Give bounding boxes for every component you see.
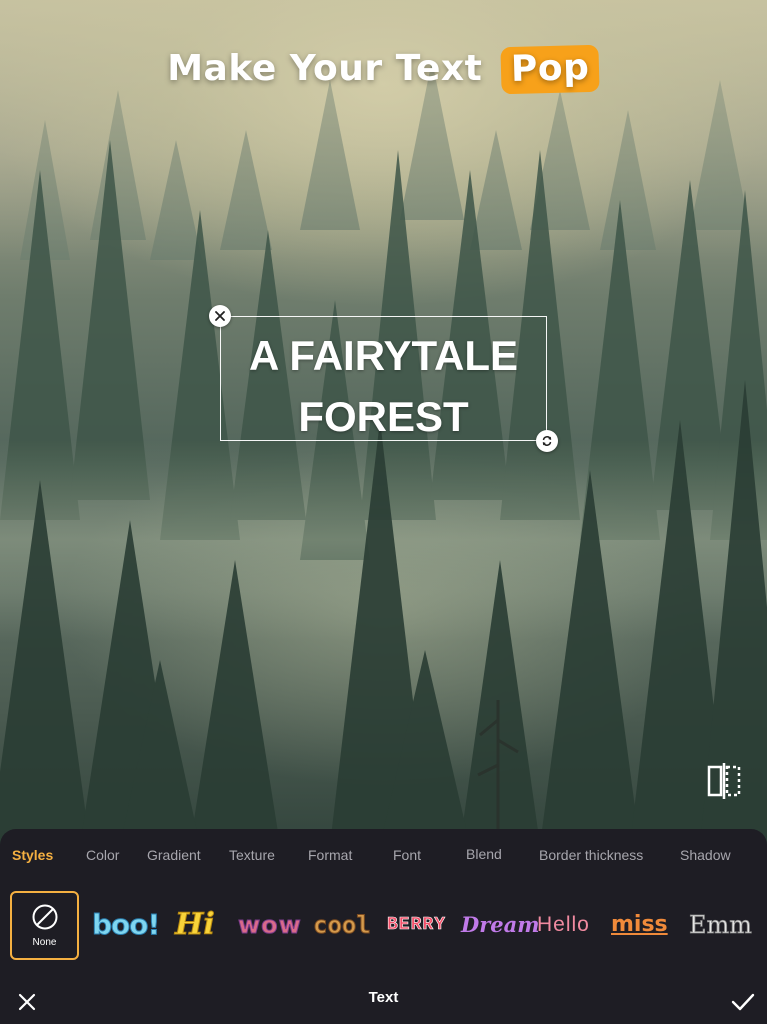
- headline-text: Make Your Text: [167, 48, 483, 89]
- no-style-icon: [32, 904, 57, 930]
- tab-texture[interactable]: Texture: [229, 847, 275, 863]
- bottom-action-bar: Text: [0, 979, 767, 1024]
- style-wow[interactable]: wow: [238, 907, 302, 943]
- style-presets: None boo! Hi wow cool BERRY Dream Hello …: [0, 891, 767, 961]
- tab-color[interactable]: Color: [86, 847, 119, 863]
- panel-title: Text: [368, 989, 399, 1006]
- style-none-label: None: [32, 937, 57, 948]
- rotate-icon: [542, 436, 552, 446]
- style-cool[interactable]: cool: [313, 907, 372, 943]
- rotate-scale-handle[interactable]: [536, 430, 558, 452]
- headline-highlight: Pop: [500, 44, 601, 95]
- text-layer-box[interactable]: A FAIRYTALE FOREST: [209, 305, 558, 452]
- tab-shadow[interactable]: Shadow: [680, 847, 731, 863]
- photo-canvas[interactable]: Make Your Text Pop A FAIRYTALE FOREST: [0, 0, 767, 845]
- tab-blend[interactable]: Blend: [466, 846, 502, 862]
- tab-border-thickness[interactable]: Border thickness: [539, 847, 643, 863]
- style-hello[interactable]: Hello: [537, 907, 590, 943]
- style-emm[interactable]: Emm: [689, 907, 753, 943]
- text-layer-content[interactable]: A FAIRYTALE FOREST: [221, 325, 546, 447]
- tool-tabs: Styles Color Gradient Texture Format Fon…: [0, 829, 767, 879]
- delete-text-handle[interactable]: [209, 305, 231, 327]
- style-hi[interactable]: Hi: [175, 907, 216, 943]
- tab-format[interactable]: Format: [308, 847, 352, 863]
- promo-headline: Make Your Text Pop: [0, 44, 767, 95]
- text-line-1: A FAIRYTALE: [248, 332, 519, 379]
- text-tools-panel: Styles Color Gradient Texture Format Fon…: [0, 829, 767, 1024]
- tab-gradient[interactable]: Gradient: [147, 847, 201, 863]
- style-none[interactable]: None: [10, 891, 79, 960]
- compare-icon[interactable]: [705, 762, 743, 800]
- tab-font[interactable]: Font: [393, 847, 421, 863]
- apply-button[interactable]: [730, 991, 756, 1013]
- style-dream[interactable]: Dream: [461, 907, 539, 943]
- close-icon: [215, 311, 225, 321]
- style-miss[interactable]: miss: [611, 907, 668, 943]
- style-berry[interactable]: BERRY: [387, 907, 446, 943]
- style-boo[interactable]: boo!: [91, 907, 160, 943]
- text-line-2: FOREST: [298, 393, 469, 440]
- checkmark-icon: [731, 993, 755, 1011]
- tab-styles[interactable]: Styles: [12, 847, 53, 863]
